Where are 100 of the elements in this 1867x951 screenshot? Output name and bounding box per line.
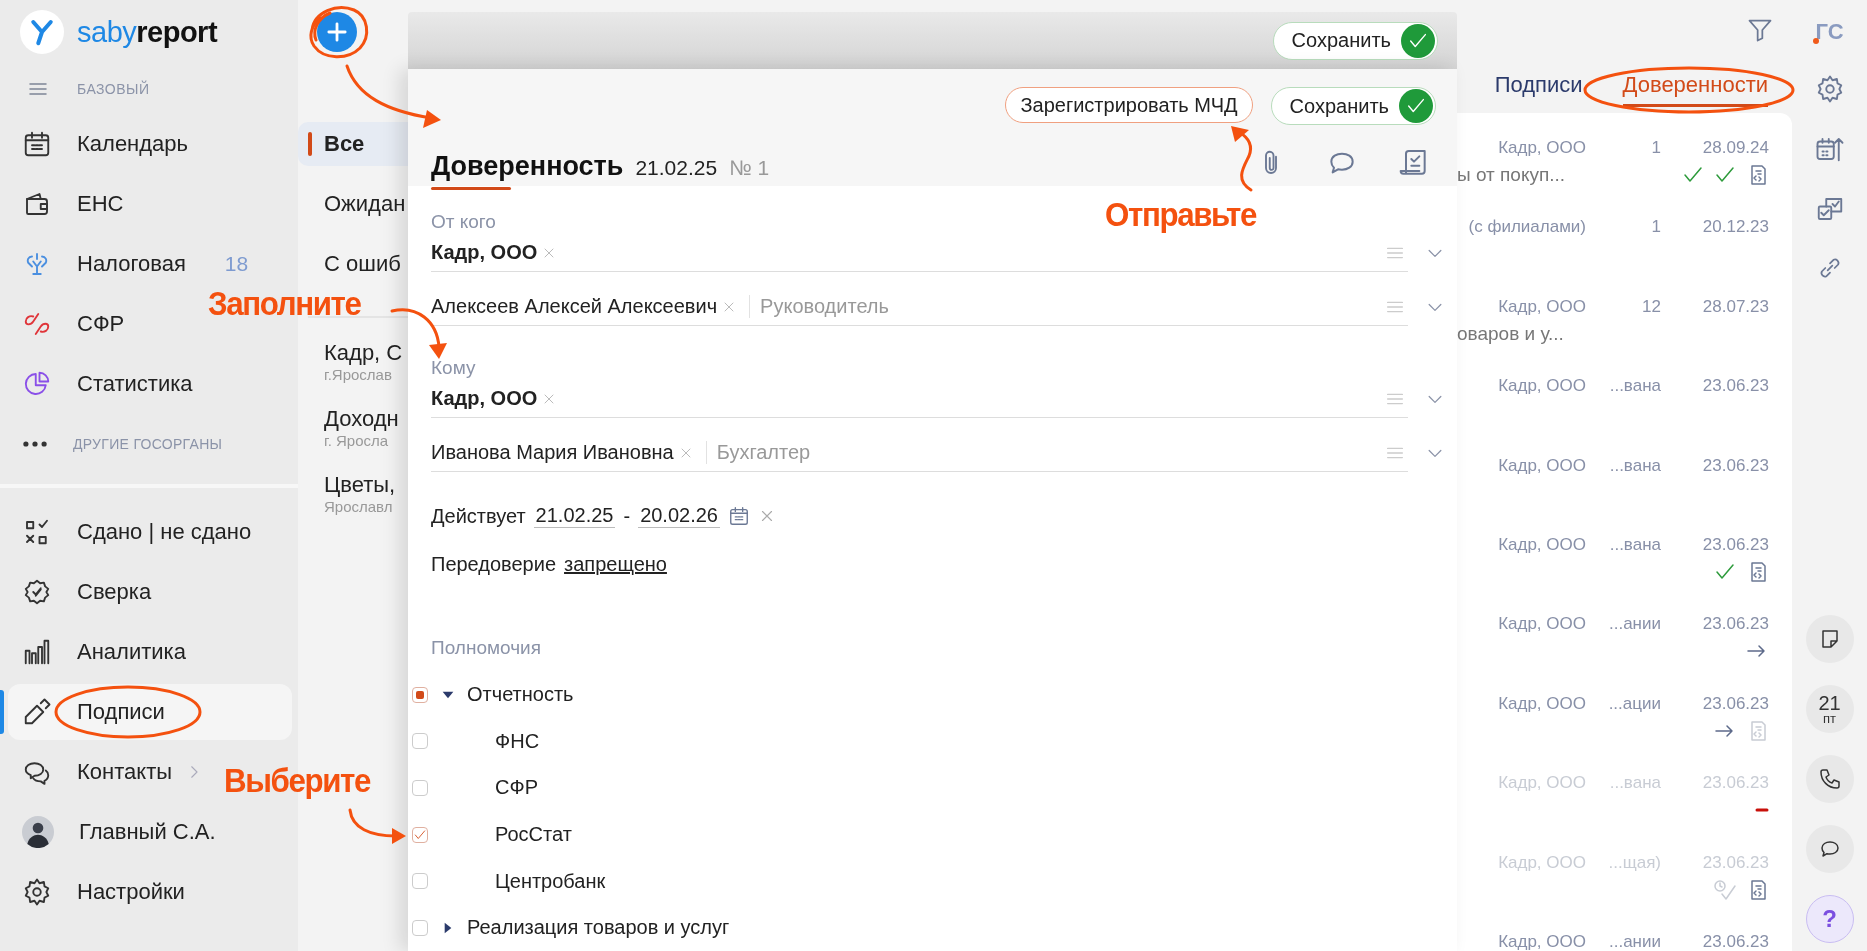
checkbox[interactable]	[412, 686, 428, 703]
org-name[interactable]: Доходн	[324, 405, 408, 432]
more-icon	[22, 440, 48, 448]
checkbox[interactable]	[412, 919, 428, 936]
annotation-text: Заполните	[208, 283, 361, 323]
help-button[interactable]: ?	[1805, 895, 1854, 943]
tree-item[interactable]: Отчетность	[467, 683, 574, 707]
tab[interactable]: Подписи	[1494, 66, 1583, 107]
phone-icon	[1817, 767, 1842, 791]
badge-check-icon	[22, 577, 52, 607]
row-status: ...вана	[1608, 455, 1661, 476]
checkbox[interactable]	[412, 733, 428, 750]
row-description: ы от покуп...	[1457, 164, 1566, 186]
save-button[interactable]: Сохранить	[1272, 21, 1438, 60]
field-label: Передоверие	[431, 552, 557, 576]
org-name[interactable]: Цветы,	[324, 471, 408, 498]
annotation-text: Отправьте	[1105, 194, 1257, 234]
nav-item[interactable]: Календарь	[0, 114, 195, 174]
field-label: Кому	[431, 356, 476, 381]
row-status: 1	[1650, 217, 1661, 238]
nav-item[interactable]: Контакты	[0, 742, 210, 802]
row-date: 23.06.23	[1701, 931, 1769, 951]
clock-check-icon	[1713, 877, 1737, 902]
row-date: 23.06.23	[1701, 614, 1769, 635]
date-field[interactable]: 21.02.25	[533, 504, 616, 529]
row-status: ...ании	[1608, 931, 1661, 951]
dialog-title: Доверенность	[431, 150, 624, 184]
avatar	[22, 816, 54, 848]
row-status: ...вана	[1608, 376, 1661, 397]
checkbox[interactable]	[412, 779, 428, 796]
annotation-text: Выберите	[224, 760, 371, 800]
register-button[interactable]: Зарегистрировать МЧД	[1005, 87, 1253, 124]
person-name: Алексеев Алексей Алексеевич	[431, 295, 718, 319]
date-field[interactable]: 20.02.26	[638, 504, 720, 529]
document-date: 21.02.25	[635, 155, 718, 182]
document-number: № 1	[729, 155, 770, 182]
row-status: ...ании	[1608, 614, 1661, 635]
tree-item[interactable]: Центробанк	[495, 869, 606, 893]
dash-icon	[1755, 808, 1769, 813]
organization-name: Кадр, ООО	[431, 387, 538, 411]
row-status: 1	[1650, 138, 1661, 158]
section-label: Полномочия	[431, 636, 541, 661]
add-button[interactable]	[317, 12, 357, 52]
option-link[interactable]: запрещено	[564, 552, 667, 576]
person-name: Иванова Мария Ивановна	[431, 441, 674, 465]
row-date: 23.06.23	[1701, 693, 1769, 714]
org-city: г.Ярослав	[324, 365, 393, 383]
checkbox[interactable]	[412, 873, 428, 890]
plan-label: БАЗОВЫЙ	[77, 81, 150, 97]
row-status: ...вана	[1608, 534, 1661, 555]
calendar-icon	[22, 129, 52, 159]
selection-bar	[0, 690, 4, 734]
organization-field[interactable]: Кадр, ООО	[431, 380, 1408, 419]
tree-item[interactable]: СФР	[495, 776, 538, 800]
nav-item[interactable]: Настройки	[0, 862, 191, 922]
save-button[interactable]: Сохранить	[1270, 87, 1436, 126]
organization-field[interactable]: Кадр, ООО	[431, 234, 1408, 273]
bar-chart-icon	[22, 637, 52, 667]
person-field[interactable]: Иванова Мария Ивановна Бухгалтер	[431, 434, 1408, 473]
org-city: г. Яросла	[324, 431, 390, 449]
calendar-icon[interactable]	[728, 505, 750, 528]
nav-item[interactable]: Аналитика	[0, 622, 192, 682]
role-name: Руководитель	[749, 295, 889, 319]
field-label: От кого	[431, 210, 496, 235]
row-description: оваров и у...	[1457, 322, 1564, 345]
row-date: 28.09.24	[1701, 138, 1769, 158]
notification-dot	[1813, 38, 1820, 44]
filter-tab[interactable]: С ошиб	[298, 242, 408, 286]
nav-item[interactable]: Сдано | не сдано	[0, 502, 258, 562]
field-label: Действует	[431, 504, 526, 528]
row-status: ...ации	[1607, 693, 1661, 714]
filter-tab[interactable]: Ожидан	[298, 182, 408, 226]
brand-name: sabyreport	[77, 15, 218, 49]
organization-name: Кадр, ООО	[431, 241, 538, 265]
calendar-button[interactable]: 21 пт	[1805, 685, 1854, 733]
row-date: 20.12.23	[1701, 217, 1769, 238]
person-field[interactable]: Алексеев Алексей Алексеевич Руководитель	[431, 288, 1408, 327]
nav-item[interactable]: Сверка	[0, 562, 158, 622]
checkbox[interactable]	[412, 826, 428, 843]
check-icon	[413, 827, 427, 842]
nav-item[interactable]: СФР	[0, 294, 131, 354]
role-name: Бухгалтер	[705, 441, 811, 465]
nav-item[interactable]: Статистика	[0, 354, 199, 414]
date-separator: -	[623, 504, 631, 528]
note-button[interactable]	[1805, 615, 1854, 663]
nav-item[interactable]: ЕНС	[0, 174, 130, 234]
row-status: 12	[1641, 296, 1661, 317]
nav-item[interactable]: Главный С.А.	[0, 802, 222, 862]
tree-item[interactable]: Реализация товаров и услуг	[467, 916, 730, 940]
tree-item[interactable]: ФНС	[495, 729, 540, 753]
row-date: 23.06.23	[1701, 376, 1769, 397]
row-date: 23.06.23	[1701, 455, 1769, 476]
filter-tab[interactable]: Все	[298, 122, 408, 166]
org-name[interactable]: Кадр, С	[324, 339, 408, 366]
row-date: 28.07.23	[1701, 296, 1769, 317]
chat-button[interactable]	[1805, 825, 1854, 873]
row-date: 23.06.23	[1701, 534, 1769, 555]
settings-icon	[22, 877, 52, 907]
tree-item[interactable]: РосСтат	[495, 823, 572, 846]
phone-button[interactable]	[1805, 755, 1854, 803]
